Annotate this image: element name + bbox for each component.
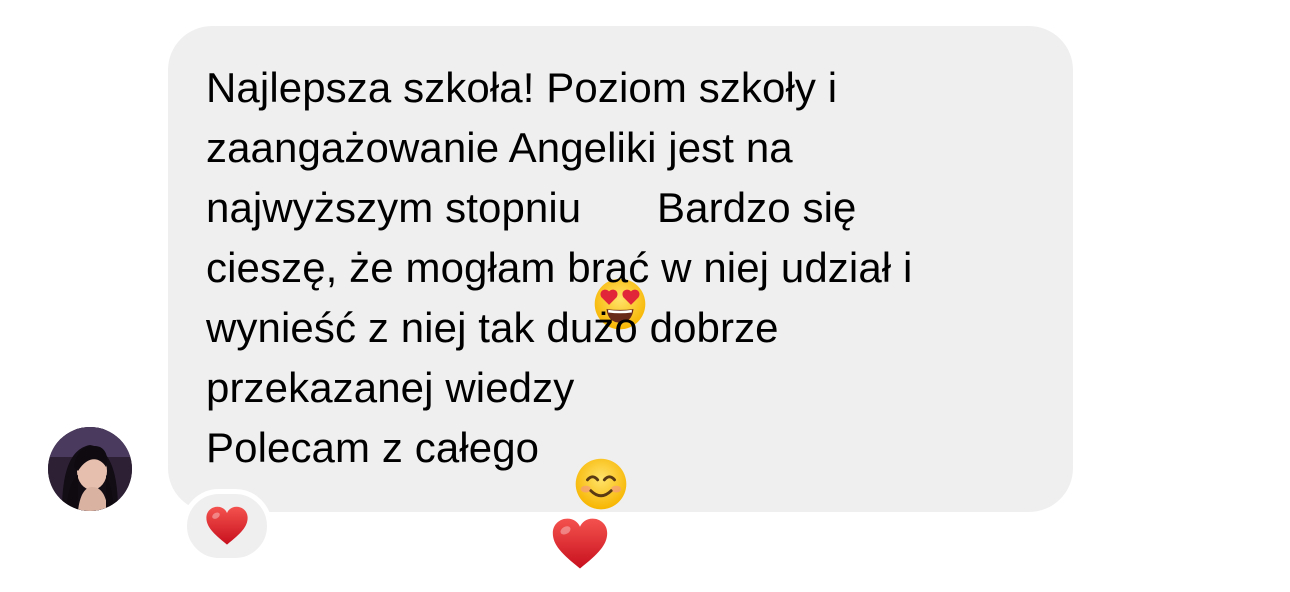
message-line: najwyższym stopniu Bardzo się [206,178,1037,330]
message-text: cieszę, że mogłam brać w niej udział i [206,244,913,291]
message-text: wynieść z niej tak dużo dobrze [206,304,779,351]
message-bubble[interactable]: Najlepsza szkoła! Poziom szkoły i zaanga… [168,26,1073,569]
message-text: zaangażowanie Angeliki jest na [206,124,793,171]
message-line: przekazanej wiedzy [206,358,1037,510]
message-line: Najlepsza szkoła! Poziom szkoły i [206,58,1037,118]
message-text: przekazanej wiedzy [206,364,575,411]
message-line: cieszę, że mogłam brać w niej udział i [206,238,1037,298]
reaction-badge[interactable] [182,489,272,563]
smiling-face-emoji [574,361,628,510]
heart-eyes-emoji [593,181,647,330]
message-text: Polecam z całego [206,424,551,471]
red-heart-emoji [205,506,249,546]
message-line: wynieść z niej tak dużo dobrze [206,298,1037,358]
message-line: zaangażowanie Angeliki jest na [206,118,1037,178]
message-text: Najlepsza szkoła! Poziom szkoły i [206,64,838,111]
chat-thread: Najlepsza szkoła! Poziom szkoły i zaanga… [0,0,1290,592]
avatar-photo [48,427,132,511]
red-heart-emoji [551,421,609,569]
message-text: najwyższym stopniu [206,184,594,231]
message-text: Bardzo się [657,184,857,231]
avatar[interactable] [48,427,132,511]
